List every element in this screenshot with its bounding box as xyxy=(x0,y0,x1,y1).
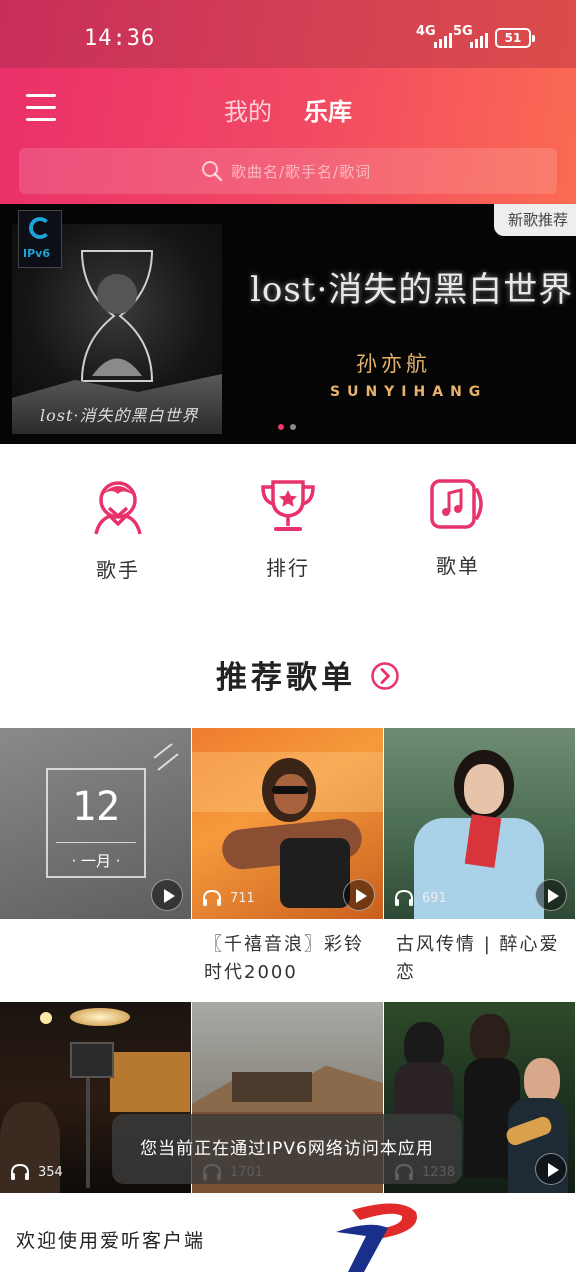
nav-playlists[interactable]: 歌单 xyxy=(403,478,513,579)
calendar-month: · 一月 · xyxy=(71,852,121,870)
status-time: 14:36 xyxy=(84,26,156,51)
play-count: 711 xyxy=(202,889,255,907)
app-header: 14:36 4G 5G 51 我的 乐库 歌曲名/歌手名/歌词 xyxy=(0,0,576,204)
ipv6-label: IPv6 xyxy=(23,247,50,260)
calendar-day: 12 xyxy=(71,784,121,830)
play-button[interactable] xyxy=(535,879,567,911)
banner-carousel[interactable]: lost·消失的黑白世界 IPv6 lost·消失的黑白世界 孙亦航 SUNYI… xyxy=(0,204,576,444)
footer-bar: 欢迎使用爱听客户端 xyxy=(0,1196,576,1280)
search-placeholder: 歌曲名/歌手名/歌词 xyxy=(231,163,372,181)
app-logo-icon xyxy=(336,1203,417,1272)
music-note-icon xyxy=(430,479,483,529)
playlist-cover: 12 · 一月 · xyxy=(0,728,191,919)
signal-icon-2 xyxy=(470,30,488,48)
play-count: 691 xyxy=(394,889,447,907)
nav-singers[interactable]: 歌手 xyxy=(63,478,173,583)
play-count-value: 691 xyxy=(422,890,447,906)
search-input[interactable]: 歌曲名/歌手名/歌词 xyxy=(19,148,557,194)
playlist-title xyxy=(0,919,191,1001)
play-button[interactable] xyxy=(343,879,375,911)
playlist-title: 〖千禧音浪〗彩铃时代2000 xyxy=(204,934,364,983)
menu-icon[interactable] xyxy=(26,94,56,122)
new-songs-tag[interactable]: 新歌推荐 xyxy=(493,204,576,236)
calendar-graphic: 12 · 一月 · xyxy=(46,768,146,878)
ipv6-toast: 您当前正在通过IPV6网络访问本应用 xyxy=(112,1114,462,1184)
headphones-icon xyxy=(11,1163,29,1180)
banner-artist: 孙亦航 xyxy=(356,352,431,376)
nav-playlists-label: 歌单 xyxy=(436,554,480,578)
section-title: 推荐歌单 xyxy=(216,660,356,696)
trophy-icon xyxy=(261,480,315,531)
tab-library[interactable]: 乐库 xyxy=(304,92,352,127)
carousel-dot-active[interactable] xyxy=(278,424,284,430)
playlist-card[interactable]: 691 古风传情 | 醉心爱恋 xyxy=(384,728,575,1001)
banner-artist-en: SUNYIHANG xyxy=(330,384,488,400)
nav-charts[interactable]: 排行 xyxy=(233,478,343,581)
album-small-title: lost·消失的黑白世界 xyxy=(40,406,199,425)
nav-singers-label: 歌手 xyxy=(96,558,140,582)
status-bar: 14:36 4G 5G 51 xyxy=(0,0,576,68)
nav-charts-label: 排行 xyxy=(266,556,310,580)
headphones-icon xyxy=(203,889,221,906)
playlist-card[interactable]: 12 · 一月 · xyxy=(0,728,191,1001)
playlist-cover: 711 xyxy=(192,728,383,919)
network-4g-label: 4G xyxy=(416,24,436,39)
play-button[interactable] xyxy=(151,879,183,911)
ipv6-logo: IPv6 xyxy=(18,210,62,268)
singer-icon xyxy=(94,481,142,535)
play-button[interactable] xyxy=(535,1153,567,1185)
carousel-dots xyxy=(278,424,296,430)
welcome-text: 欢迎使用爱听客户端 xyxy=(16,1230,206,1252)
tab-mine[interactable]: 我的 xyxy=(224,92,272,127)
battery-icon: 51 xyxy=(495,28,535,48)
hourglass-image xyxy=(80,250,154,382)
playlist-card[interactable]: 711 〖千禧音浪〗彩铃时代2000 xyxy=(192,728,383,1001)
chevron-right-icon[interactable] xyxy=(370,661,400,691)
play-count-value: 354 xyxy=(38,1164,63,1180)
banner-title: lost·消失的黑白世界 xyxy=(250,270,574,310)
headphones-icon xyxy=(395,889,413,906)
play-count-value: 711 xyxy=(230,890,255,906)
playlist-title: 古风传情 | 醉心爱恋 xyxy=(396,934,560,983)
playlist-cover: 691 xyxy=(384,728,575,919)
search-icon xyxy=(202,161,223,182)
play-count: 354 xyxy=(10,1163,63,1181)
signal-icon xyxy=(434,30,452,48)
carousel-dot[interactable] xyxy=(290,424,296,430)
decor-lines xyxy=(153,743,179,771)
